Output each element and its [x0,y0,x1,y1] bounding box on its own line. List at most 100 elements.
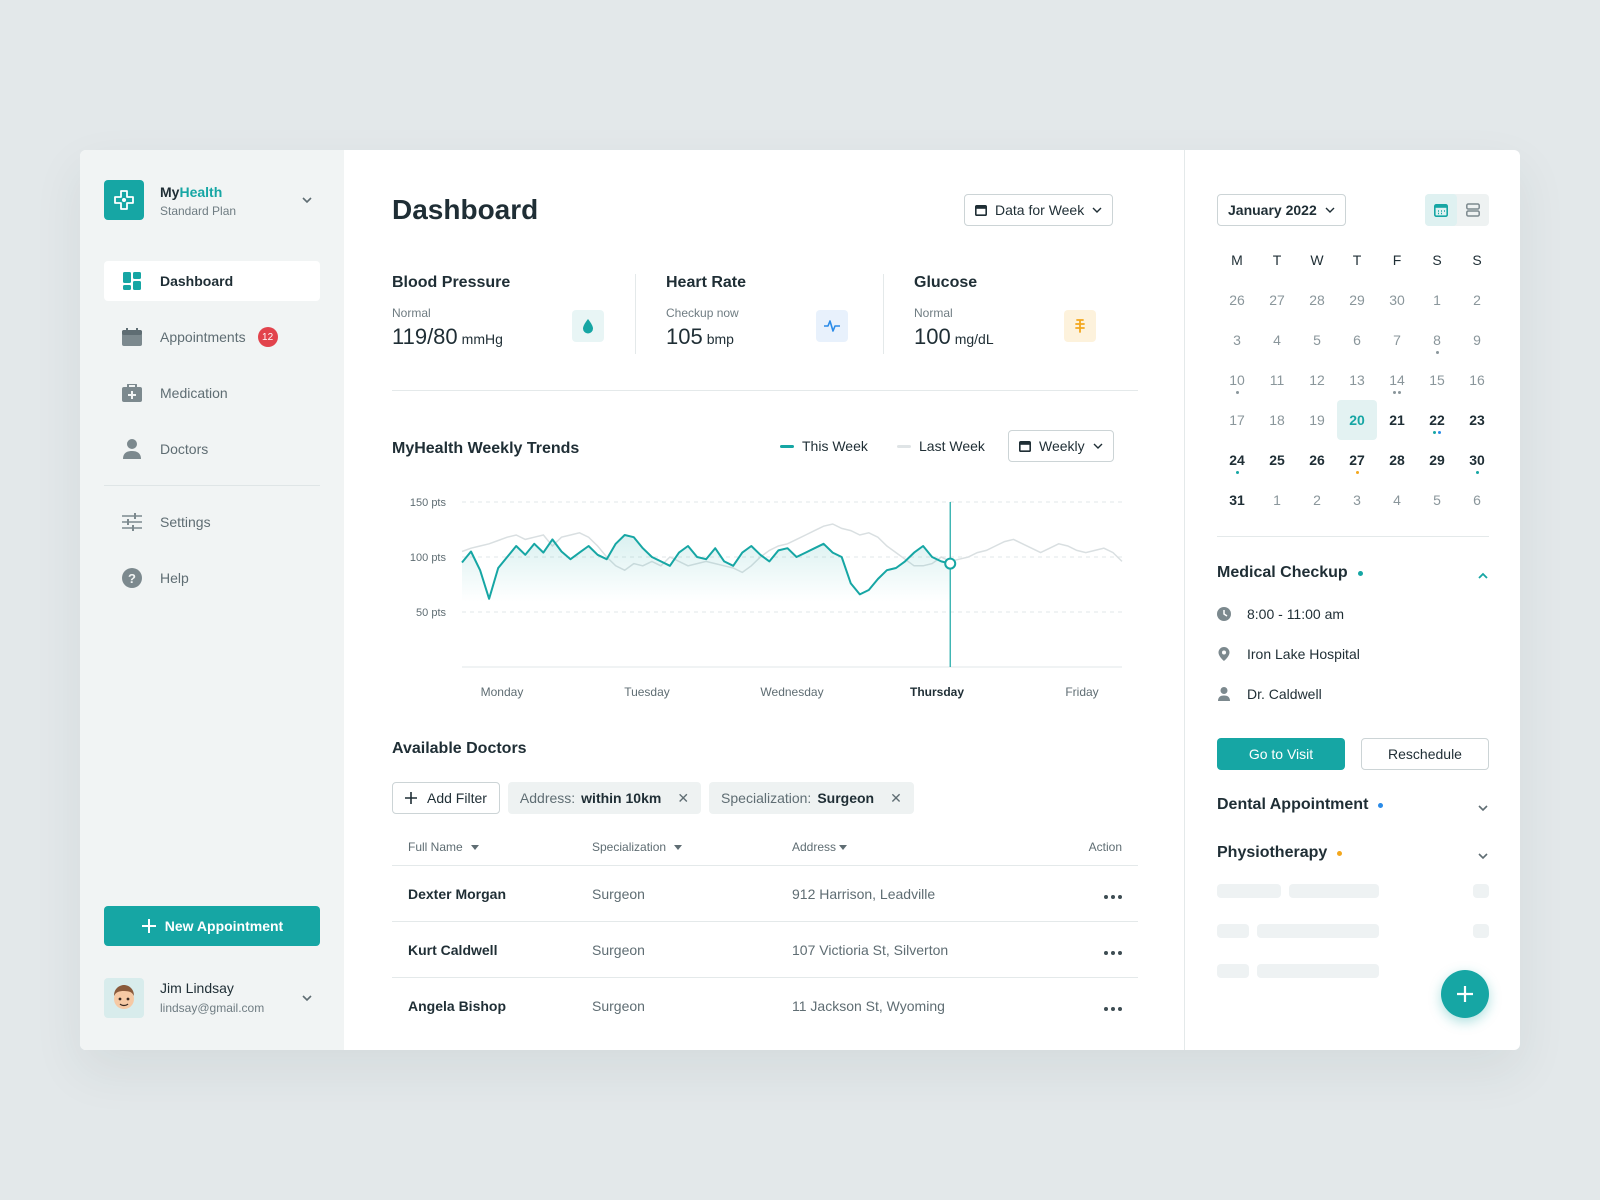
go-to-visit-button[interactable]: Go to Visit [1217,738,1345,770]
add-filter-button[interactable]: Add Filter [392,782,500,814]
calendar-day[interactable]: 27 [1257,280,1297,320]
sidebar-item-dashboard[interactable]: Dashboard [104,261,320,301]
column-header-specialization[interactable]: Specialization [592,840,792,854]
chevron-down-icon [1092,207,1102,213]
column-header-address[interactable]: Address [792,840,1072,854]
calendar-day[interactable]: 28 [1377,440,1417,480]
chevron-up-icon[interactable] [1477,570,1489,582]
user-name: Jim Lindsay [160,980,234,996]
sidebar-item-help[interactable]: ? Help [104,558,320,598]
calendar-day[interactable]: 9 [1457,320,1497,360]
calendar-day[interactable]: 8 [1417,320,1457,360]
calendar-day[interactable]: 3 [1217,320,1257,360]
sidebar-item-settings[interactable]: Settings [104,502,320,542]
event-physio-title[interactable]: Physiotherapy [1217,844,1343,862]
more-actions-icon[interactable] [1104,1007,1122,1011]
calendar-day[interactable]: 5 [1417,480,1457,520]
calendar-day[interactable]: 17 [1217,400,1257,440]
filter-chip-address[interactable]: Address: within 10km ✕ [507,782,702,814]
table-row[interactable]: Angela Bishop Surgeon 11 Jackson St, Wyo… [392,978,1138,1034]
calendar-day[interactable]: 31 [1217,480,1257,520]
calendar-day[interactable]: 22 [1417,400,1457,440]
svg-text:?: ? [128,571,136,586]
calendar-day[interactable]: 4 [1377,480,1417,520]
calendar-day[interactable]: 25 [1257,440,1297,480]
event-marker [1235,391,1239,394]
calendar-day[interactable]: 11 [1257,360,1297,400]
calendar-day[interactable]: 14 [1377,360,1417,400]
add-event-fab[interactable] [1441,970,1489,1018]
event-medical-checkup-title[interactable]: Medical Checkup [1217,564,1363,582]
person-icon [1217,687,1231,701]
calendar-day[interactable]: 6 [1457,480,1497,520]
calendar-day[interactable]: 12 [1297,360,1337,400]
event-doctor: Dr. Caldwell [1217,686,1322,702]
sort-icon [839,844,848,850]
calendar-day[interactable]: 2 [1297,480,1337,520]
period-dropdown[interactable]: Data for Week [964,194,1114,226]
calendar-day[interactable]: 5 [1297,320,1337,360]
sidebar-item-appointments[interactable]: Appointments 12 [104,317,320,357]
calendar-day[interactable]: 18 [1257,400,1297,440]
calendar-day[interactable]: 15 [1417,360,1457,400]
chevron-down-icon[interactable] [1477,802,1489,814]
brand-name: MyHealth [160,184,223,200]
doctor-specialization: Surgeon [592,998,645,1014]
more-actions-icon[interactable] [1104,894,1122,899]
table-row[interactable]: Dexter Morgan Surgeon 912 Harrison, Lead… [392,866,1138,922]
calendar-day[interactable]: 29 [1337,280,1377,320]
calendar-day[interactable]: 27 [1337,440,1377,480]
calendar-view-icon[interactable] [1425,194,1457,226]
calendar-day[interactable]: 29 [1417,440,1457,480]
calendar-day[interactable]: 19 [1297,400,1337,440]
doctors-title: Available Doctors [392,740,527,757]
range-dropdown[interactable]: Weekly [1008,430,1114,462]
calendar-day[interactable]: 23 [1457,400,1497,440]
calendar-day[interactable]: 24 [1217,440,1257,480]
new-appointment-button[interactable]: New Appointment [104,906,320,946]
calendar-day[interactable]: 28 [1297,280,1337,320]
calendar-day[interactable]: 1 [1257,480,1297,520]
calendar-day[interactable]: 26 [1297,440,1337,480]
legend-this-week[interactable]: This Week [780,438,868,454]
sidebar-item-medication[interactable]: Medication [104,373,320,413]
column-header-name[interactable]: Full Name [392,840,592,854]
table-row[interactable]: Kurt Caldwell Surgeon 107 Victioria St, … [392,922,1138,978]
legend-last-week[interactable]: Last Week [897,438,985,454]
close-icon[interactable]: ✕ [677,790,689,807]
more-actions-icon[interactable] [1104,950,1122,955]
calendar-day[interactable]: 13 [1337,360,1377,400]
event-marker [1355,471,1359,474]
close-icon[interactable]: ✕ [890,790,902,807]
calendar-day[interactable]: 26 [1217,280,1257,320]
calendar-day[interactable]: 16 [1457,360,1497,400]
month-picker[interactable]: January 2022 [1217,194,1346,226]
event-dot [1357,570,1363,576]
add-filter-label: Add Filter [427,790,487,806]
calendar-day[interactable]: 30 [1377,280,1417,320]
calendar-day[interactable]: 2 [1457,280,1497,320]
calendar-day[interactable]: 1 [1417,280,1457,320]
chevron-down-icon[interactable] [1477,850,1489,862]
reschedule-button[interactable]: Reschedule [1361,738,1489,770]
filter-chip-specialization[interactable]: Specialization: Surgeon ✕ [709,782,914,814]
weekday-label: F [1392,252,1402,268]
metric-divider [635,274,636,354]
calendar-day[interactable]: 4 [1257,320,1297,360]
x-tick-label: Thursday [910,685,964,699]
brand-switcher[interactable]: MyHealth Standard Plan [104,180,322,220]
calendar-day-today[interactable]: 20 [1337,400,1377,440]
calendar-day[interactable]: 6 [1337,320,1377,360]
calendar-day[interactable]: 3 [1337,480,1377,520]
list-view-icon[interactable] [1457,194,1489,226]
sidebar-item-doctors[interactable]: Doctors [104,429,320,469]
calendar-day[interactable]: 30 [1457,440,1497,480]
user-menu[interactable]: Jim Lindsay lindsay@gmail.com [104,978,322,1018]
calendar-day[interactable]: 7 [1377,320,1417,360]
event-marker [1433,431,1441,434]
y-tick-label: 100 pts [410,552,447,564]
event-dental-title[interactable]: Dental Appointment [1217,796,1384,814]
metric-divider [883,274,884,354]
calendar-day[interactable]: 10 [1217,360,1257,400]
calendar-day[interactable]: 21 [1377,400,1417,440]
